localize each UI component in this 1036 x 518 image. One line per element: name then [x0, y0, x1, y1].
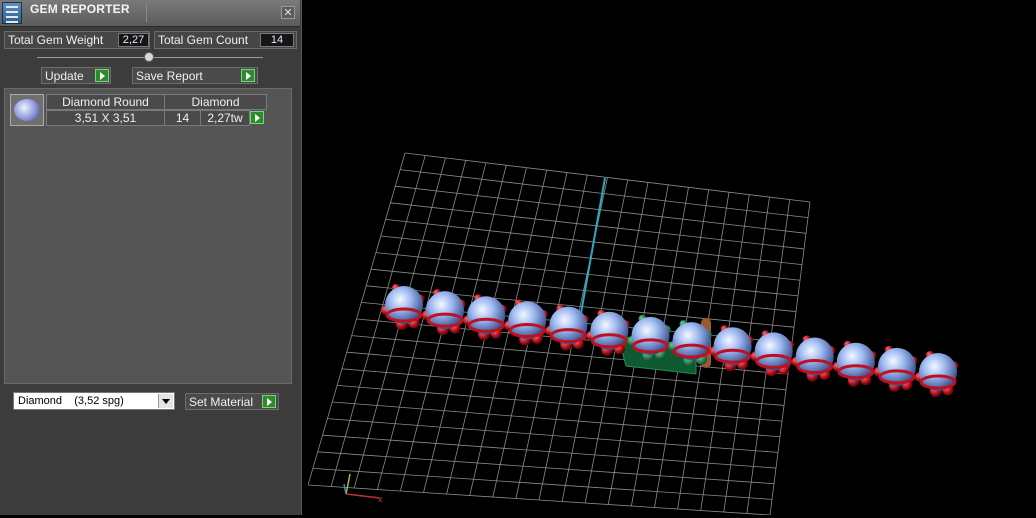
- update-button[interactable]: Update: [41, 67, 111, 84]
- z-axis-line: [577, 177, 606, 331]
- total-count-box: Total Gem Count 14: [154, 31, 297, 49]
- gem-shape: Diamond Round: [46, 94, 165, 110]
- svg-text:x: x: [378, 494, 383, 504]
- gem-reporter-panel: GEM REPORTER ✕ Total Gem Weight 2,27 Tot…: [0, 0, 302, 515]
- window-title: GEM REPORTER: [30, 2, 130, 16]
- save-report-label: Save Report: [136, 69, 203, 83]
- title-bar[interactable]: GEM REPORTER ✕: [0, 0, 300, 27]
- total-weight-label: Total Gem Weight: [8, 33, 104, 47]
- total-weight-box: Total Gem Weight 2,27: [4, 31, 150, 49]
- play-arrow-icon[interactable]: [250, 111, 264, 124]
- grid-line: [317, 451, 775, 485]
- set-material-label: Set Material: [189, 395, 254, 409]
- play-arrow-icon[interactable]: [241, 69, 255, 82]
- 3d-viewport[interactable]: x: [307, 0, 1036, 516]
- play-arrow-icon[interactable]: [95, 69, 109, 82]
- play-arrow-icon[interactable]: [262, 395, 276, 408]
- total-count-label: Total Gem Count: [158, 33, 249, 47]
- viewport-scene: x: [307, 152, 959, 516]
- slider-handle[interactable]: [144, 52, 154, 62]
- close-icon[interactable]: ✕: [281, 6, 295, 19]
- total-count-value: 14: [260, 33, 294, 47]
- gem-list: [4, 88, 292, 384]
- update-button-label: Update: [45, 69, 84, 83]
- gem-material: Diamond: [164, 94, 267, 110]
- chevron-down-icon[interactable]: [158, 394, 173, 408]
- gem-size: 3,51 X 3,51: [46, 110, 165, 126]
- material-select[interactable]: Diamond (3,52 spg): [13, 392, 175, 410]
- save-report-button[interactable]: Save Report: [132, 67, 258, 84]
- gem-count: 14: [164, 110, 201, 126]
- app-icon: [2, 2, 22, 24]
- set-material-button[interactable]: Set Material: [185, 393, 279, 410]
- title-divider: [146, 4, 147, 22]
- total-weight-value: 2,27: [118, 33, 149, 47]
- gem-weight: 2,27tw: [200, 110, 250, 126]
- gem-thumbnail-icon: [10, 94, 44, 126]
- material-select-value: Diamond (3,52 spg): [18, 395, 124, 407]
